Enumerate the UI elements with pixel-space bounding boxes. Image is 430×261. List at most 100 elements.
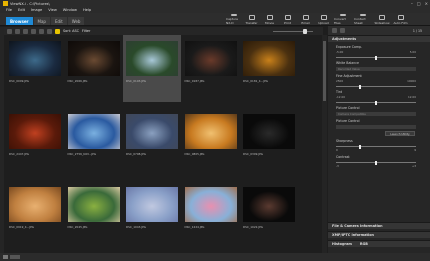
fine-adjustment-slider[interactable]: [336, 84, 416, 89]
section-file-camera[interactable]: File & Camera Information: [328, 222, 430, 229]
minimize-icon[interactable]: –: [411, 1, 413, 6]
thumbnail-image[interactable]: [67, 41, 120, 76]
view-mode-icon[interactable]: [7, 28, 12, 34]
left-panel-strip[interactable]: [0, 27, 4, 253]
tab-map[interactable]: Map: [33, 17, 50, 25]
tint-range: -12.00 12.00: [336, 95, 416, 99]
grid-scrollbar[interactable]: [322, 35, 327, 253]
contrast-knob[interactable]: [375, 160, 377, 165]
white-balance-label: White Balance: [336, 61, 359, 65]
thumbnail-grid: DSC_0009.JPG DSC_2066.JPG DSC_0193.JPG DSC_…: [6, 35, 322, 253]
thumbnail-image[interactable]: [67, 187, 120, 222]
tab-edit[interactable]: Edit: [50, 17, 67, 25]
fine-adjustment-knob[interactable]: [359, 84, 362, 89]
thumbnail-image[interactable]: [243, 114, 295, 149]
histogram-mode[interactable]: RGB: [360, 242, 368, 246]
thumbnail-image[interactable]: [184, 41, 237, 76]
filter-dropdown[interactable]: Filter: [82, 29, 90, 33]
exposure-knob[interactable]: [375, 55, 377, 60]
zoom-icon[interactable]: [3, 255, 8, 259]
thumbnail-image[interactable]: [184, 187, 237, 222]
thumbnail-image[interactable]: [9, 114, 61, 149]
zoom-slider[interactable]: [10, 255, 20, 259]
white-balance-select[interactable]: Recorded Value: [336, 67, 416, 71]
thumbnail-item[interactable]: DSC_1022.JPG: [240, 181, 298, 248]
contrast-label: Contrast: [336, 155, 350, 159]
slideshow-button[interactable]: Slideshow: [374, 15, 390, 25]
thumbnail-item[interactable]: DSC_2756_KOV...JPG: [65, 108, 123, 175]
panel-info-icon[interactable]: [340, 28, 345, 33]
capture-icon: [230, 14, 237, 16]
thumbnail-image[interactable]: [9, 187, 61, 222]
thumbnail-item[interactable]: DSC_1043.JPG: [123, 181, 181, 248]
launch-utility-button[interactable]: Launch Utility: [385, 131, 415, 136]
menu-file[interactable]: File: [6, 8, 12, 12]
scrollbar-thumb[interactable]: [323, 41, 326, 101]
menu-edit[interactable]: Edit: [18, 8, 25, 12]
tab-browser[interactable]: Browser: [6, 17, 33, 25]
menu-window[interactable]: Window: [63, 8, 77, 12]
capture-nx-d-button[interactable]: Capture NX-D: [226, 14, 241, 25]
thumbnail-caption: DSC_2447.JPG: [9, 152, 29, 156]
section-xmp-iptc[interactable]: XMP/IPTC Information: [328, 231, 430, 238]
back-icon[interactable]: [23, 28, 28, 34]
menu-help[interactable]: Help: [83, 8, 91, 12]
rotate-left-icon[interactable]: [39, 28, 44, 34]
thumbnail-size-slider[interactable]: [273, 28, 313, 34]
thumbnail-image[interactable]: [243, 187, 295, 222]
thumbnail-item[interactable]: DSC_0805.JPG: [182, 108, 240, 175]
thumbnail-item[interactable]: DSC_2066.JPG: [65, 35, 123, 102]
label-icon[interactable]: [55, 28, 60, 34]
thumbnail-item[interactable]: DSC_0798.JPG: [123, 108, 181, 175]
thumbnail-item[interactable]: DSC_0309.JPG: [240, 108, 298, 175]
thumbnail-item[interactable]: DSC_0193.JPG: [123, 35, 181, 102]
auto-film-button[interactable]: Auto Film: [393, 15, 408, 25]
tint-slider[interactable]: [336, 100, 416, 105]
forward-icon[interactable]: [31, 28, 36, 34]
slider-knob[interactable]: [303, 28, 307, 34]
thumbnail-item[interactable]: DSC_0187.JPG: [182, 35, 240, 102]
email-button[interactable]: Email: [298, 15, 313, 25]
picture-control-select[interactable]: Camera Compatible: [336, 112, 416, 116]
tab-web[interactable]: Web: [67, 17, 85, 25]
maximize-icon[interactable]: □: [417, 1, 421, 6]
window-title: ViewNX-i - C:\Pictures\: [10, 1, 50, 6]
thumbnail-item[interactable]: DSC_2447.JPG: [6, 108, 64, 175]
menu-image[interactable]: Image: [31, 8, 42, 12]
picture-control-sub-select[interactable]: [336, 125, 416, 129]
thumbnail-item[interactable]: DSC_0919_4...JPG: [6, 181, 64, 248]
exposure-label: Exposure Comp.: [336, 45, 363, 49]
exposure-slider[interactable]: [336, 55, 416, 60]
thumbnail-grid-icon[interactable]: [15, 28, 20, 34]
contact-sheet-button[interactable]: Contact Sheet: [354, 14, 371, 25]
thumbnail-image[interactable]: [9, 41, 61, 76]
sharpness-slider[interactable]: [336, 144, 416, 149]
thumbnail-item[interactable]: DSC_1224.JPG: [182, 181, 240, 248]
thumbnail-item[interactable]: DSC_0009.JPG: [6, 35, 64, 102]
transfer-button[interactable]: Transfer: [244, 15, 259, 25]
thumbnail-image[interactable]: [126, 187, 178, 222]
thumbnail-image[interactable]: [126, 41, 178, 76]
thumbnail-image[interactable]: [126, 114, 178, 149]
thumbnail-item[interactable]: DSC_0181_4...JPG: [240, 35, 298, 102]
thumbnail-caption: DSC_2066.JPG: [67, 79, 88, 83]
thumbnail-image[interactable]: [184, 114, 237, 149]
contrast-slider[interactable]: [336, 160, 416, 165]
rotate-right-icon[interactable]: [47, 28, 52, 34]
close-icon[interactable]: ×: [425, 1, 428, 6]
thumbnail-image[interactable]: [243, 41, 295, 76]
thumbnail-image[interactable]: [67, 114, 120, 149]
upload-button[interactable]: Upload: [316, 15, 331, 25]
movie-button[interactable]: Movie: [262, 15, 277, 25]
print-button[interactable]: Print: [280, 15, 295, 25]
thumbnail-item[interactable]: DSC_2045.JPG: [65, 181, 123, 248]
tint-knob[interactable]: [375, 100, 377, 105]
panel-menu-icon[interactable]: [332, 28, 337, 33]
thumbnail-caption: DSC_1022.JPG: [243, 225, 263, 229]
sharpness-knob[interactable]: [359, 144, 362, 149]
section-adjustments[interactable]: Adjustments: [328, 35, 430, 42]
sort-dropdown[interactable]: Sort: ASC: [63, 29, 79, 33]
convert-files-button[interactable]: Convert Files: [334, 14, 351, 25]
menu-view[interactable]: View: [48, 8, 57, 12]
section-histogram[interactable]: Histogram RGB: [328, 240, 430, 247]
